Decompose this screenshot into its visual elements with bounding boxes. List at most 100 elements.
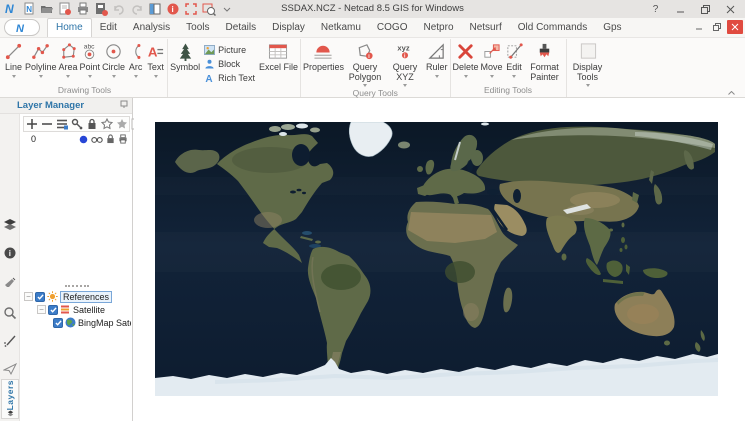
help-button[interactable]: ? xyxy=(643,1,668,17)
remove-layer-icon[interactable] xyxy=(41,118,53,130)
restore-button[interactable] xyxy=(693,1,718,17)
tab-display[interactable]: Display xyxy=(264,19,313,37)
point-button[interactable]: abc Point xyxy=(79,39,102,78)
layer-row[interactable]: 0 xyxy=(21,132,132,146)
picture-button[interactable]: Picture xyxy=(204,43,255,56)
map-canvas[interactable] xyxy=(134,98,745,421)
layer-color-dot[interactable] xyxy=(79,135,88,144)
selection-frame-icon[interactable] xyxy=(184,3,198,16)
expander-icon[interactable]: − xyxy=(37,305,46,314)
layer-list-icon[interactable] xyxy=(56,118,68,130)
group-insert: Symbol Picture Block A Rich Text Excel F… xyxy=(168,39,301,97)
panel-splitter[interactable] xyxy=(21,285,132,287)
area-dropdown[interactable] xyxy=(66,74,71,78)
tab-cogo[interactable]: COGO xyxy=(369,19,416,37)
arc-button[interactable]: Arc xyxy=(126,39,145,78)
world-map[interactable] xyxy=(155,122,718,396)
excel-file-button[interactable]: Excel File xyxy=(258,39,299,78)
save-icon[interactable] xyxy=(58,2,72,16)
tab-netkamu[interactable]: Netkamu xyxy=(313,19,369,37)
point-dropdown[interactable] xyxy=(87,74,92,78)
tab-edit[interactable]: Edit xyxy=(92,19,125,37)
panel-pin-icon[interactable] xyxy=(120,100,128,111)
delete-button[interactable]: Delete xyxy=(452,39,480,78)
edit-button[interactable]: Edit xyxy=(504,39,525,78)
minimize-button[interactable] xyxy=(668,1,693,17)
sketch-pen-icon[interactable] xyxy=(3,334,17,348)
tree-row-bingmap[interactable]: BingMap Satellite I xyxy=(21,316,131,329)
app-logo-icon[interactable]: N xyxy=(4,2,18,16)
bring-up-icon[interactable] xyxy=(101,118,113,130)
document-minimize-button[interactable] xyxy=(691,20,707,34)
line-button[interactable]: Line xyxy=(3,39,24,78)
text-dropdown[interactable] xyxy=(153,74,158,78)
info-query-icon[interactable]: i xyxy=(166,3,180,16)
undo-icon[interactable] xyxy=(112,3,126,16)
add-layer-icon[interactable] xyxy=(26,118,38,130)
zoom-window-icon[interactable] xyxy=(202,3,216,16)
tree-row-references[interactable]: − References xyxy=(21,290,131,303)
tab-netsurf[interactable]: Netsurf xyxy=(462,19,510,37)
open-file-icon[interactable] xyxy=(40,3,54,16)
send-plane-icon[interactable] xyxy=(2,362,18,376)
document-close-button[interactable] xyxy=(727,20,743,34)
circle-dropdown[interactable] xyxy=(111,74,116,78)
edit-dropdown[interactable] xyxy=(512,74,517,78)
area-button[interactable]: Area xyxy=(58,39,79,78)
move-button[interactable]: Move xyxy=(480,39,504,78)
ruler-button[interactable]: Ruler xyxy=(425,39,449,78)
ruler-dropdown[interactable] xyxy=(434,74,439,78)
tab-old-commands[interactable]: Old Commands xyxy=(510,19,595,37)
checkbox-satellite[interactable] xyxy=(48,304,58,315)
ribbon-tab-row: N Home Edit Analysis Tools Details Displ… xyxy=(0,18,745,38)
arc-dropdown[interactable] xyxy=(133,74,138,78)
send-down-icon[interactable] xyxy=(116,118,128,130)
close-button[interactable] xyxy=(718,1,743,17)
layer-print-icon[interactable] xyxy=(118,134,128,144)
display-tools-button[interactable]: Display Tools xyxy=(568,39,608,87)
symbol-button[interactable]: Symbol xyxy=(169,39,201,78)
delete-dropdown[interactable] xyxy=(463,74,468,78)
tab-home[interactable]: Home xyxy=(47,18,92,38)
line-dropdown[interactable] xyxy=(11,74,16,78)
ribbon-collapse-icon[interactable] xyxy=(728,87,735,95)
tree-row-satellite[interactable]: − Satellite xyxy=(21,303,131,316)
properties-button[interactable]: Properties xyxy=(302,39,345,78)
save-as-icon[interactable] xyxy=(94,3,108,16)
polyline-button[interactable]: Polyline xyxy=(24,39,58,78)
move-dropdown[interactable] xyxy=(489,74,494,78)
info-icon[interactable]: i xyxy=(3,246,17,260)
block-button[interactable]: Block xyxy=(204,57,255,70)
layer-lock-icon[interactable] xyxy=(106,134,115,144)
print-icon[interactable] xyxy=(76,2,90,16)
layers-stack-icon[interactable] xyxy=(3,218,17,232)
expander-icon[interactable]: − xyxy=(24,292,33,301)
lock-icon[interactable] xyxy=(86,118,98,130)
application-menu-button[interactable]: N xyxy=(4,19,40,36)
tab-details[interactable]: Details xyxy=(218,19,265,37)
redo-icon[interactable] xyxy=(130,3,144,16)
layers-side-tab[interactable]: Layers xyxy=(1,379,19,419)
tab-gps[interactable]: Gps xyxy=(595,19,629,37)
megaphone-icon[interactable] xyxy=(3,276,17,290)
document-restore-button[interactable] xyxy=(709,20,725,34)
search-icon[interactable] xyxy=(3,306,17,320)
tab-analysis[interactable]: Analysis xyxy=(125,19,178,37)
polyline-dropdown[interactable] xyxy=(38,74,43,78)
tab-netpro[interactable]: Netpro xyxy=(415,19,461,37)
format-painter-button[interactable]: Format Painter xyxy=(525,39,565,82)
window-layout-icon[interactable] xyxy=(148,3,162,16)
query-xyz-button[interactable]: xyz i Query XYZ xyxy=(385,39,425,87)
tab-tools[interactable]: Tools xyxy=(178,19,217,37)
layer-visibility-icon[interactable] xyxy=(91,135,103,144)
circle-button[interactable]: Circle xyxy=(101,39,126,78)
checkbox-references[interactable] xyxy=(35,291,45,302)
query-polygon-button[interactable]: i Query Polygon xyxy=(345,39,385,87)
text-button[interactable]: A Text xyxy=(145,39,166,78)
qat-dropdown-icon[interactable] xyxy=(220,3,234,16)
rich-text-button[interactable]: A Rich Text xyxy=(204,71,255,84)
group-drawing-tools: Line Polyline Area abc Point Circle Arc xyxy=(2,39,169,97)
checkbox-bingmap[interactable] xyxy=(53,317,63,328)
new-file-icon[interactable]: N xyxy=(22,2,36,16)
key-icon[interactable] xyxy=(71,118,83,130)
